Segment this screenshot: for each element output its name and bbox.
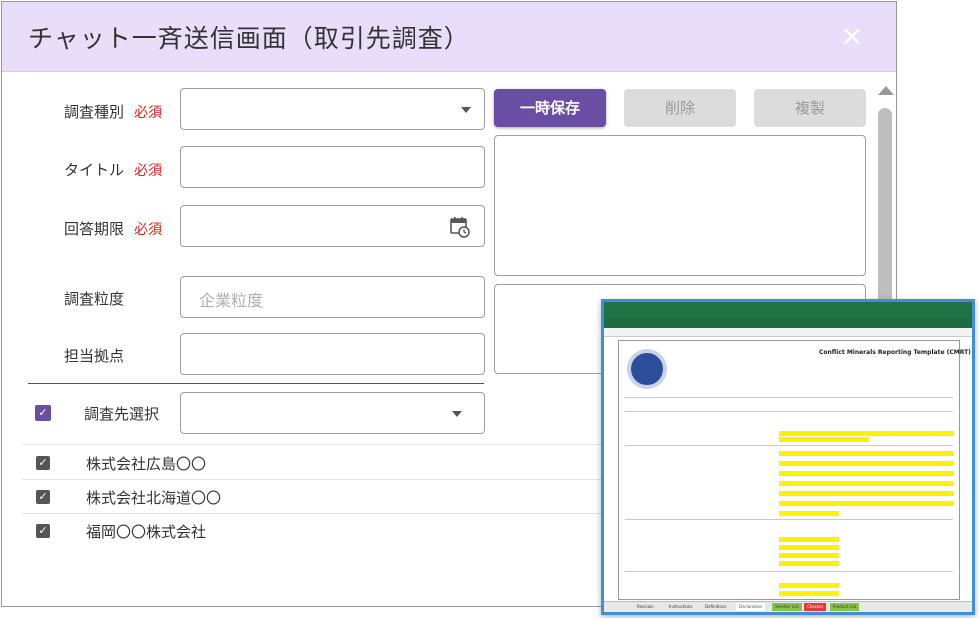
title-label: タイトル 必須 [64, 159, 162, 180]
sheet-tab: Revision [637, 604, 654, 609]
temp-save-button[interactable]: 一時保存 [494, 89, 606, 127]
target-row-name: 福岡〇〇株式会社 [86, 523, 207, 541]
message-textarea[interactable] [494, 135, 866, 276]
row-checkbox-1[interactable]: ✓ [36, 456, 50, 470]
sheet-tab: Product List [830, 603, 860, 611]
chevron-down-icon [452, 411, 462, 417]
target-row-name: 株式会社北海道〇〇 [86, 489, 222, 507]
granularity-placeholder: 企業粒度 [199, 291, 264, 310]
title-input[interactable] [180, 146, 485, 188]
required-mark: 必須 [134, 163, 163, 179]
sheet-tab: Declaration [736, 603, 766, 611]
row-checkbox-3[interactable]: ✓ [36, 524, 50, 538]
granularity-label: 調査粒度 [64, 290, 125, 308]
dialog-title: チャット一斉送信画面（取引先調査） [28, 24, 470, 53]
chevron-down-icon [461, 107, 471, 113]
deadline-label-text: 回答期限 [64, 220, 125, 238]
row-checkbox-2[interactable]: ✓ [36, 490, 50, 504]
close-icon[interactable]: × [836, 20, 868, 52]
select-all-checkbox[interactable]: ✓ [35, 405, 51, 421]
required-mark: 必須 [134, 222, 163, 238]
spreadsheet-ribbon [604, 318, 972, 328]
site-label: 担当拠点 [64, 347, 125, 365]
sheet-tab: Definitions [705, 604, 727, 609]
sheet-tab: Instructions [669, 604, 693, 609]
site-input[interactable] [180, 333, 485, 375]
sheet-tab-bar: Revision Instructions Definitions Declar… [604, 601, 972, 612]
title-label-text: タイトル [64, 161, 125, 179]
section-divider [28, 383, 484, 384]
deadline-label: 回答期限 必須 [64, 218, 162, 239]
spreadsheet-formula-bar [604, 328, 972, 337]
spreadsheet-title-bar [604, 302, 972, 318]
cmrt-spreadsheet-thumbnail: Conflict Minerals Reporting Template (CM… [601, 299, 975, 615]
sheet-tab: Checker [804, 603, 827, 611]
survey-type-label-text: 調査種別 [64, 103, 125, 121]
target-row-name: 株式会社広島〇〇 [86, 455, 207, 473]
duplicate-button[interactable]: 複製 [754, 89, 866, 127]
target-select[interactable] [180, 392, 485, 434]
calendar-clock-icon[interactable] [450, 216, 470, 238]
delete-button[interactable]: 削除 [624, 89, 736, 127]
sheet-tab: Smelter List [772, 603, 802, 611]
rmi-logo [627, 349, 667, 389]
granularity-input[interactable]: 企業粒度 [180, 276, 485, 318]
survey-type-label: 調査種別 必須 [64, 101, 162, 122]
required-mark: 必須 [134, 105, 163, 121]
survey-type-select[interactable] [180, 88, 485, 130]
dialog-title-bar: チャット一斉送信画面（取引先調査） × [2, 2, 896, 72]
scroll-up-arrow-icon[interactable] [878, 86, 894, 95]
spreadsheet-grid: Conflict Minerals Reporting Template (CM… [618, 340, 971, 600]
spreadsheet-heading: Conflict Minerals Reporting Template (CM… [819, 349, 971, 356]
deadline-input[interactable] [180, 205, 485, 247]
target-select-label: 調査先選択 [84, 405, 160, 423]
